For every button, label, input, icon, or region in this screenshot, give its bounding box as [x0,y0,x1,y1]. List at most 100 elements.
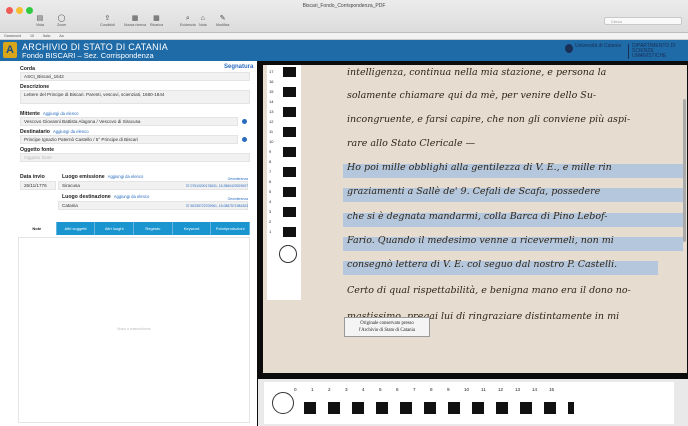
destinatario-info-icon[interactable] [242,137,247,142]
manuscript-line: intelligenza, continua nella mia stazion… [347,67,607,78]
style-select[interactable]: Italic [43,34,50,38]
corda-field[interactable]: ASCt_Biscari_1642 [20,72,250,81]
view-button[interactable]: ▤ Vista [36,15,44,27]
ruler-number: 4 [269,199,272,204]
scale-number: 11 [481,387,486,392]
archive-label-card: Originale conservato presso l'Archivio d… [344,317,430,337]
highlight-button[interactable]: ⌕ Evidenzia [180,15,196,27]
manuscript-line: rare allo Stato Clericale — [347,138,476,149]
window-title: Biscari_Fondo_Corrispondenza_PDF [302,3,386,9]
ruler-number: 11 [269,129,274,134]
coord2-label: Geoinferenza [227,197,248,201]
university-seal-icon [565,44,573,53]
scale-number: 12 [498,387,504,392]
coord1-value: 37.07510200176631, 15.2860423929007 [185,184,248,188]
department-logo: DIPARTIMENTO DI SCIENZE UMANISTICHE [628,44,688,59]
ruler-number: 12 [269,119,274,124]
manuscript-line: incongruente, e farsi capire, che non gl… [347,114,631,125]
luogo-emissione-label: Luogo emissione Aggiungi da elenco [62,174,144,180]
scale-number: 14 [532,387,538,392]
ruler-number: 16 [269,79,274,84]
viewer-scrollbar[interactable] [683,99,686,242]
window-toolbar: Biscari_Fondo_Corrispondenza_PDF ▤ Vista … [0,0,688,33]
scale-number: 2 [328,387,331,392]
tab-fotoriproduzioni[interactable]: Fotoriproduzioni [211,222,251,235]
ruler-number: 14 [269,99,274,104]
data-invio-label: Data invio [20,174,45,180]
luogo-destinazione-label: Luogo destinazione Aggiungi da elenco [62,194,150,200]
scale-number: 5 [379,387,382,392]
university-logo: Università di Catania [565,44,621,53]
card-line-2: l'Archivio di Stato di Catania [358,327,416,333]
notes-placeholder: Nota o trascrizione [117,326,151,331]
ruler-number: 10 [269,139,274,144]
scale-number: 4 [362,387,365,392]
magnifier-icon: ⌕ [185,15,190,22]
archive-logo-icon: A [3,42,17,58]
ruler-number: 7 [269,169,272,174]
destinatario-add-link[interactable]: Aggiungi da elenco [53,129,89,134]
font-select[interactable]: Garamond [4,34,21,38]
notes-textarea[interactable]: Nota o trascrizione [18,237,250,423]
zoom-button[interactable]: ◯ Zoom [57,15,66,27]
ruler-number: 3 [269,209,272,214]
descrizione-field[interactable]: Lettere del Principe di Biscari. Parenti… [20,90,250,104]
document-viewer[interactable]: 17 16 15 14 13 12 11 10 9 8 7 6 5 4 3 2 1 intelligenza, … [257,61,688,426]
share-button[interactable]: ⇪ Condividi [100,15,115,27]
ruler-number: 9 [269,149,272,154]
target-icon [272,392,294,414]
ruler-number: 1 [269,229,272,234]
destinatario-field[interactable]: Principe Ignazio Paternò Castello / 5° P… [20,135,238,144]
ruler-number: 15 [269,89,274,94]
app-header: A ARCHIVIO DI STATO DI CATANIA Fondo BIS… [0,40,688,61]
mittente-info-icon[interactable] [242,119,247,124]
luogo-destinazione-add-link[interactable]: Aggiungi da elenco [114,194,150,199]
mittente-field[interactable]: Vescovo Giovanni Battista Alagona / Vesc… [20,117,238,126]
share-icon: ⇪ [104,15,111,22]
ruler-number: 8 [269,159,272,164]
scale-number: 8 [430,387,433,392]
size-select[interactable]: 10 [30,34,34,38]
target-icon [279,245,297,263]
manuscript-line: che si è degnata mandarmi, colla Barca d… [347,211,608,222]
segnatura-link[interactable]: Segnatura [224,64,253,70]
text-options[interactable]: Aa [59,34,63,38]
scale-number: 15 [549,387,555,392]
manuscript-line: Certo di qual rispettabilità, e benigna … [347,285,631,296]
edit-button[interactable]: ✎ Modifica [216,15,229,27]
data-invio-field[interactable]: 26/11/1776 [20,181,56,190]
tab-keyword[interactable]: Keyword [172,222,212,235]
mittente-add-link[interactable]: Aggiungi da elenco [43,111,79,116]
scale-number: 3 [345,387,348,392]
note-icon: ⌂ [200,15,205,22]
ruler-number: 17 [269,69,274,74]
pencil-icon: ✎ [219,15,226,22]
search-input[interactable]: Cerca [604,17,682,25]
zoom-icon: ◯ [57,15,66,22]
tab-regesto[interactable]: Regesto [134,222,173,235]
scale-number: 6 [396,387,399,392]
grid-icon: ▦ [131,15,139,22]
tab-altri-luoghi[interactable]: Altri luoghi [95,222,135,235]
luogo-emissione-add-link[interactable]: Aggiungi da elenco [108,174,144,179]
coord1-label: Geoinferenza [227,177,248,181]
note-button[interactable]: ⌂ Nota [199,15,207,27]
format-bar: Garamond 10 Italic Aa [0,33,688,40]
bottom-scale-strip: 0 1 2 3 4 5 6 7 8 9 10 11 12 13 14 15 [258,379,688,426]
ruler-number: 5 [269,189,272,194]
scale-number: 0 [294,387,297,392]
new-search-button[interactable]: ▦ Nuova ricerca [124,15,146,27]
scale-number: 7 [413,387,416,392]
tab-note[interactable]: Note [18,222,57,235]
manuscript-line: graziamenti a Sallè de' 9. Cefali de Sca… [347,186,601,197]
ruler-number: 13 [269,109,274,114]
tab-bar: Note Altri soggetti Altri luoghi Regesto… [18,222,251,235]
manuscript-line: Fario. Quando il medesimo venne a riceve… [347,235,614,246]
scale-number: 9 [447,387,450,392]
manuscript-line: solamente chiamare qui da mè, per venire… [347,90,597,101]
oggetto-field[interactable]: Oggetto fonte [20,153,250,162]
tab-altri-soggetti[interactable]: Altri soggetti [56,222,96,235]
refresh-button[interactable]: ▦ Ricarica [150,15,163,27]
header-subtitle: Fondo BISCARI – Sez. Corrispondenza [22,51,154,60]
ruler-number: 6 [269,179,272,184]
